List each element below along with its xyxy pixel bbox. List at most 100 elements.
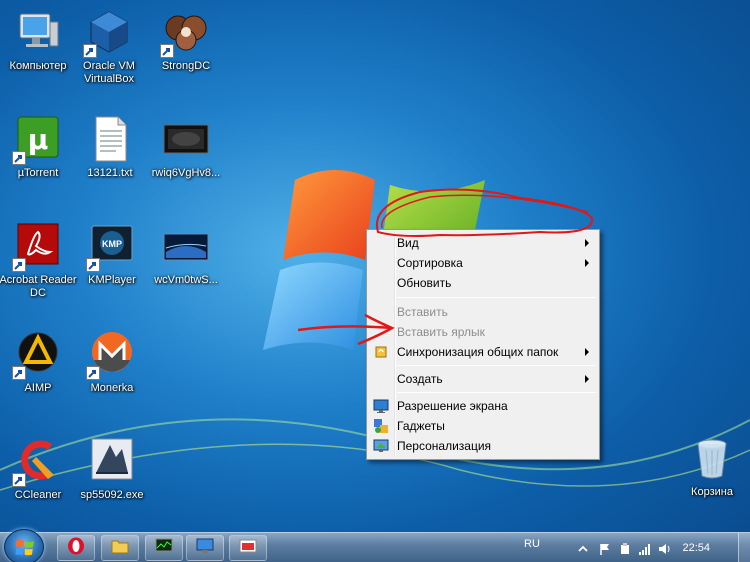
screen-capture-icon: [239, 538, 257, 559]
desktop-icon-label: wcVm0twS...: [154, 274, 218, 286]
taskbar-screen-capture-button[interactable]: [229, 535, 267, 561]
ccleaner-icon: [12, 437, 62, 487]
shortcut-arrow-icon: [86, 258, 100, 272]
windows-flag-icon: [15, 540, 34, 556]
acrobat-icon: [12, 222, 62, 272]
desktop-icon-label: Monerka: [90, 382, 134, 394]
desktop[interactable]: Компьютер Oracle VM VirtualBox StrongDC …: [0, 0, 750, 532]
submenu-arrow-icon: [585, 239, 589, 247]
desktop-icon-label: 13121.txt: [87, 167, 133, 179]
computer-icon: [14, 8, 62, 56]
desktop-icon-label: rwiq6VgHv8...: [151, 167, 221, 179]
taskbar: RU 22:54: [0, 529, 750, 562]
text-file-icon: [86, 115, 134, 163]
desktop-icon-label: sp55092.exe: [80, 489, 144, 501]
shortcut-arrow-icon: [12, 473, 26, 487]
menu-item-label: Разрешение экрана: [397, 399, 508, 413]
menu-item-gadgets[interactable]: Гаджеты: [369, 416, 597, 436]
menu-item-paste[interactable]: Вставить: [369, 302, 597, 322]
svg-text:KMP: KMP: [102, 239, 122, 249]
desktop-icon-computer[interactable]: Компьютер: [0, 4, 76, 98]
personalization-icon: [373, 438, 389, 454]
safely-remove-hardware-icon[interactable]: [618, 542, 632, 556]
menu-separator: [397, 392, 596, 393]
exe-file-icon: [88, 437, 136, 485]
monero-icon: [86, 330, 136, 380]
desktop-icon-kmplayer[interactable]: KMP KMPlayer: [74, 218, 150, 312]
desktop-icon-text-file[interactable]: 13121.txt: [72, 111, 148, 205]
desktop-icon-image-file-1[interactable]: rwiq6VgHv8...: [148, 111, 224, 205]
recycle-bin-icon: [688, 434, 736, 482]
desktop-icon-ccleaner[interactable]: CCleaner: [0, 433, 76, 527]
menu-item-label: Вставить ярлык: [397, 325, 485, 339]
submenu-arrow-icon: [585, 259, 589, 267]
menu-separator: [397, 297, 596, 298]
shortcut-arrow-icon: [160, 44, 174, 58]
svg-text:µ: µ: [28, 123, 49, 156]
desktop-icon-label: Oracle VM VirtualBox: [83, 60, 135, 85]
desktop-icon-label: CCleaner: [14, 489, 62, 501]
show-hidden-icons-arrow-icon[interactable]: [576, 542, 590, 556]
menu-item-sync-shared-folders[interactable]: Синхронизация общих папок: [369, 342, 597, 362]
desktop-icon-monerka[interactable]: Monerka: [74, 326, 150, 420]
shortcut-arrow-icon: [12, 151, 26, 165]
desktop-icon-label: Корзина: [691, 486, 733, 498]
submenu-arrow-icon: [585, 375, 589, 383]
taskbar-clock[interactable]: 22:54: [682, 542, 710, 554]
kmplayer-icon: KMP: [86, 222, 136, 272]
taskbar-opera-button[interactable]: [57, 535, 95, 561]
desktop-icon-utorrent[interactable]: µ µTorrent: [0, 111, 76, 205]
desktop-icon-label: Acrobat Reader DC: [0, 274, 77, 299]
shortcut-arrow-icon: [12, 366, 26, 380]
menu-item-screen-resolution[interactable]: Разрешение экрана: [369, 396, 597, 416]
menu-item-label: Создать: [397, 372, 443, 386]
menu-item-create[interactable]: Создать: [369, 369, 597, 389]
desktop-icon-exe-file[interactable]: sp55092.exe: [74, 433, 150, 527]
task-manager-icon: [155, 538, 173, 559]
gadgets-icon: [373, 418, 389, 434]
action-center-flag-icon[interactable]: [598, 542, 612, 556]
shortcut-arrow-icon: [12, 258, 26, 272]
desktop-icon-virtualbox[interactable]: Oracle VM VirtualBox: [71, 4, 147, 98]
language-indicator[interactable]: RU: [524, 538, 540, 550]
desktop-icon-aimp[interactable]: AIMP: [0, 326, 76, 420]
explorer-icon: [111, 538, 129, 559]
volume-speaker-icon[interactable]: [658, 542, 672, 556]
taskbar-remote-desktop-button[interactable]: [186, 535, 224, 561]
desktop-icon-acrobat[interactable]: Acrobat Reader DC: [0, 218, 77, 312]
menu-item-label: Гаджеты: [397, 419, 445, 433]
desktop-icon-label: AIMP: [24, 382, 52, 394]
desktop-icon-label: StrongDC: [161, 60, 211, 72]
desktop-icon-label: µTorrent: [17, 167, 59, 179]
aimp-icon: [12, 330, 62, 380]
menu-item-label: Вставить: [397, 305, 448, 319]
strongdc-icon: [160, 8, 210, 58]
shortcut-arrow-icon: [83, 44, 97, 58]
remote-desktop-icon: [196, 538, 214, 559]
menu-item-paste-shortcut[interactable]: Вставить ярлык: [369, 322, 597, 342]
desktop-icon-label: KMPlayer: [88, 274, 136, 286]
taskbar-task-manager-button[interactable]: [145, 535, 183, 561]
menu-item-refresh[interactable]: Обновить: [369, 273, 597, 293]
desktop-icon-strongdc[interactable]: StrongDC: [148, 4, 224, 98]
image-file-icon: [162, 222, 210, 270]
sync-folder-icon: [373, 344, 389, 360]
menu-item-label: Синхронизация общих папок: [397, 345, 559, 359]
desktop-icon-recycle-bin[interactable]: Корзина: [674, 430, 750, 524]
screen-resolution-icon: [373, 398, 389, 414]
menu-item-sort[interactable]: Сортировка: [369, 253, 597, 273]
network-signal-icon[interactable]: [638, 542, 652, 556]
show-desktop-button[interactable]: [738, 533, 750, 562]
start-button[interactable]: [4, 529, 44, 562]
virtualbox-icon: [83, 8, 133, 58]
menu-item-personalization[interactable]: Персонализация: [369, 436, 597, 456]
shortcut-arrow-icon: [86, 366, 100, 380]
taskbar-explorer-button[interactable]: [101, 535, 139, 561]
opera-icon: [67, 537, 85, 560]
desktop-icon-label: Компьютер: [9, 60, 67, 72]
menu-item-label: Вид: [397, 236, 419, 250]
menu-item-label: Персонализация: [397, 439, 492, 453]
utorrent-icon: µ: [12, 115, 62, 165]
desktop-icon-image-file-2[interactable]: wcVm0twS...: [148, 218, 224, 312]
menu-item-view[interactable]: Вид: [369, 233, 597, 253]
